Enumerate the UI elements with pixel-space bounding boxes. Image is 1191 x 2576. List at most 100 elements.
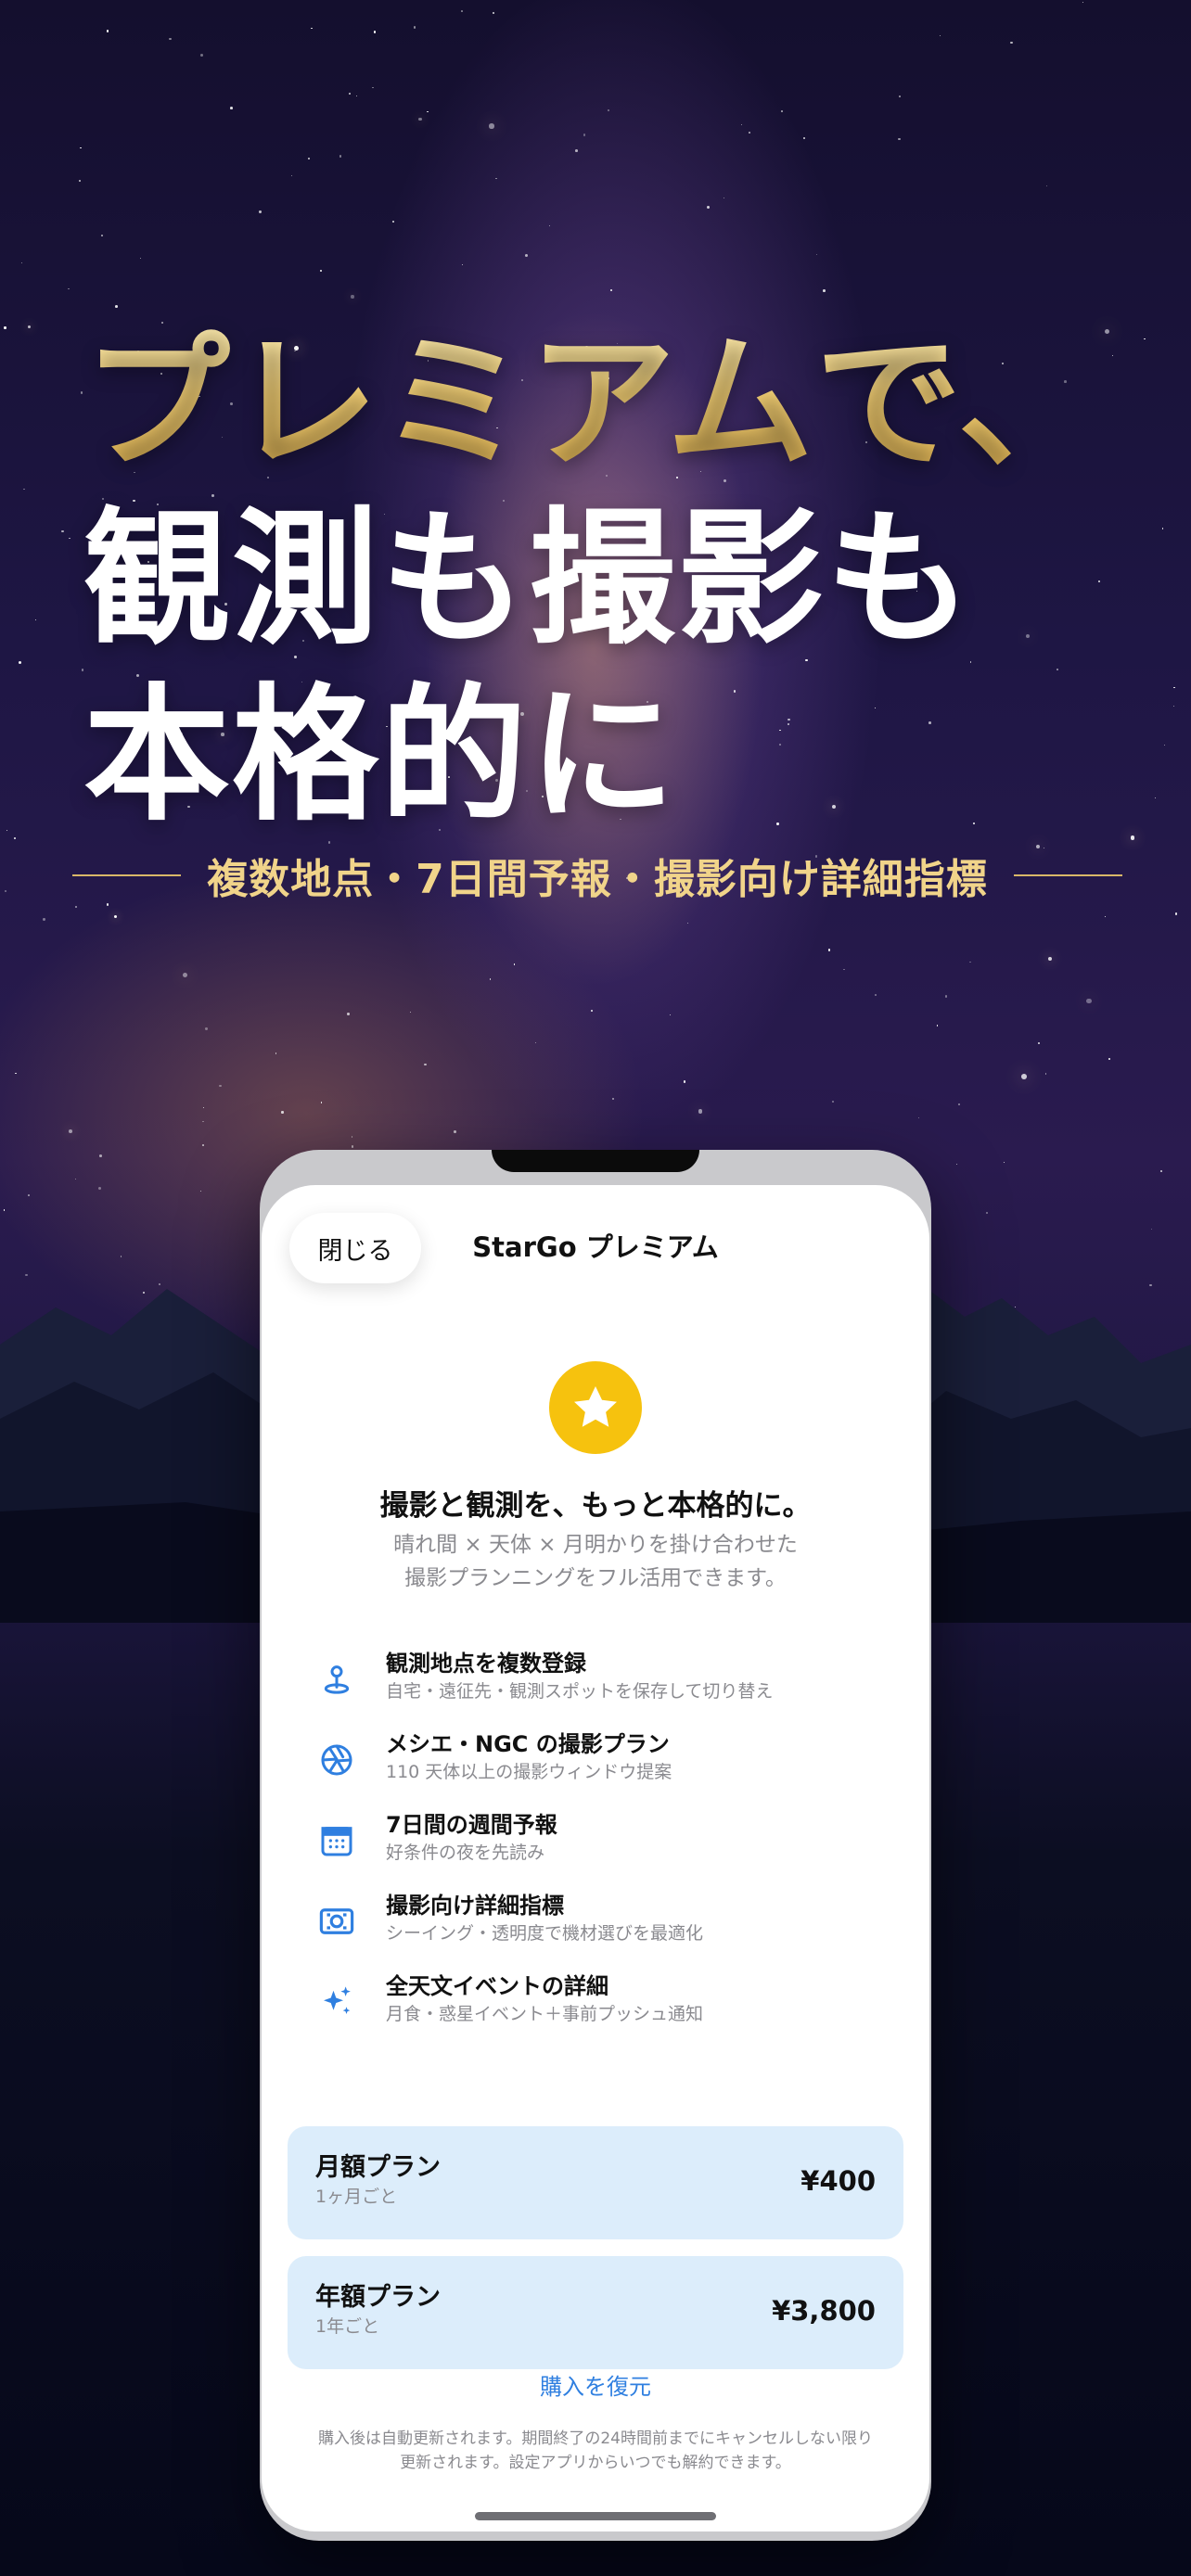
star-dot [1044, 1073, 1047, 1076]
star-dot [843, 968, 845, 970]
star-dot [1172, 705, 1175, 708]
star-dot [828, 949, 831, 951]
star-dot [740, 123, 742, 125]
star-dot [1045, 185, 1047, 187]
star-dot [13, 837, 16, 839]
star-dot [1173, 686, 1175, 689]
star-dot [986, 1212, 989, 1215]
hero-subtitle: 晴れ間 × 天体 × 月明かりを掛け合わせた 撮影プランニングをフル活用できます… [317, 1528, 874, 1595]
legal-notice: 購入後は自動更新されます。期間終了の24時間前までにキャンセルしない限り 更新さ… [288, 2427, 903, 2475]
star-dot [4, 890, 6, 893]
star-dot [98, 1187, 102, 1191]
home-indicator [475, 2512, 716, 2520]
star-dot [460, 10, 463, 13]
star-dot [68, 288, 70, 290]
star-dot [611, 1097, 614, 1100]
calendar-icon [315, 1819, 358, 1862]
star-dot [418, 117, 422, 121]
star-dot [79, 179, 81, 182]
star-dot [219, 1084, 223, 1088]
star-dot [1164, 744, 1166, 746]
star-dot [748, 131, 750, 134]
star-dot [1162, 528, 1164, 529]
plan-monthly-button[interactable]: 月額プラン 1ヶ月ごと ¥400 [288, 2126, 903, 2239]
star-dot [169, 37, 172, 41]
star-dot [4, 326, 6, 329]
feature-item: 7日間の週間予報 好条件の夜を先読み [315, 1810, 890, 1891]
subline-left-rule [72, 874, 182, 876]
star-dot [68, 1129, 72, 1133]
star-dot [944, 995, 948, 998]
star-dot [610, 288, 613, 291]
star-dot [608, 109, 609, 112]
location-pin-icon [315, 1658, 358, 1701]
star-dot [936, 1025, 938, 1027]
star-dot [311, 27, 314, 30]
star-dot [27, 325, 31, 329]
plan-name: 月額プラン [315, 2153, 441, 2182]
star-dot [955, 1163, 958, 1166]
star-dot [74, 906, 77, 909]
star-dot [339, 154, 342, 158]
feature-title: 全天文イベントの詳細 [386, 1973, 608, 1999]
star-dot [113, 915, 117, 919]
star-dot [803, 136, 806, 139]
feature-list: 観測地点を複数登録 自宅・遠征先・観測スポットを保存して切り替え メシエ・NGC… [315, 1649, 890, 2052]
feature-item: 観測地点を複数登録 自宅・遠征先・観測スポットを保存して切り替え [315, 1649, 890, 1729]
star-dot [969, 962, 971, 963]
star-dot [281, 1111, 284, 1114]
star-dot [61, 529, 64, 533]
star-dot [259, 210, 262, 213]
feature-item: 全天文イベントの詳細 月食・惑星イベント＋事前プッシュ通知 [315, 1971, 890, 2052]
star-dot [698, 1109, 703, 1114]
star-dot [687, 922, 689, 924]
feature-desc: 好条件の夜を先読み [386, 1843, 545, 1863]
star-dot [1010, 41, 1013, 45]
star-dot [3, 1209, 6, 1211]
star-dot [1082, 1, 1084, 3]
star-dot [69, 537, 70, 540]
star-dot [590, 1010, 593, 1013]
star-dot [183, 973, 188, 978]
feature-desc: シーイング・透明度で機材選びを最適化 [386, 1923, 704, 1944]
star-dot [534, 1041, 536, 1043]
headline-line-2: 観測も撮影も [83, 494, 974, 665]
feature-desc: 月食・惑星イベント＋事前プッシュ通知 [386, 2004, 704, 2024]
hero-subtitle-line-2: 撮影プランニングをフル活用できます。 [404, 1566, 787, 1590]
star-dot [427, 110, 429, 113]
star-dot [513, 963, 516, 965]
star-dot [27, 1194, 30, 1197]
headline-line-3: 本格的に [83, 670, 677, 841]
star-icon [549, 1361, 642, 1454]
star-dot [424, 1063, 427, 1066]
star-dot [957, 1103, 961, 1106]
star-dot [347, 1012, 350, 1015]
star-dot [15, 1072, 17, 1075]
star-dot [351, 295, 354, 299]
star-dot [6, 830, 7, 832]
star-dot [1086, 999, 1092, 1004]
star-dot [205, 1027, 208, 1030]
star-dot [202, 1120, 204, 1123]
legal-line-2: 更新されます。設定アプリからいつでも解約できます。 [400, 2454, 791, 2472]
top-bar: 閉じる StarGo プレミアム [262, 1185, 929, 1315]
feature-item: 撮影向け詳細指標 シーイング・透明度で機材選びを最適化 [315, 1891, 890, 1971]
star-dot [43, 918, 45, 921]
star-dot [683, 1080, 685, 1083]
aperture-icon [315, 1739, 358, 1781]
star-dot [413, 26, 416, 29]
star-dot [275, 1052, 277, 1054]
star-dot [1038, 1042, 1040, 1045]
star-dot [100, 234, 103, 236]
hero-subtitle-line-1: 晴れ間 × 天体 × 月明かりを掛け合わせた [393, 1533, 798, 1557]
star-dot [79, 147, 82, 149]
restore-purchase-link[interactable]: 購入を復元 [262, 2368, 929, 2401]
plan-price: ¥3,800 [772, 2295, 876, 2327]
star-dot [23, 488, 25, 491]
star-dot [409, 1011, 412, 1014]
star-dot [1111, 354, 1113, 356]
plan-yearly-button[interactable]: 年額プラン 1年ごと ¥3,800 [288, 2256, 903, 2369]
star-dot [940, 35, 941, 37]
star-dot [391, 221, 394, 223]
feature-item: メシエ・NGC の撮影プラン 110 天体以上の撮影ウィンドウ提案 [315, 1729, 890, 1810]
